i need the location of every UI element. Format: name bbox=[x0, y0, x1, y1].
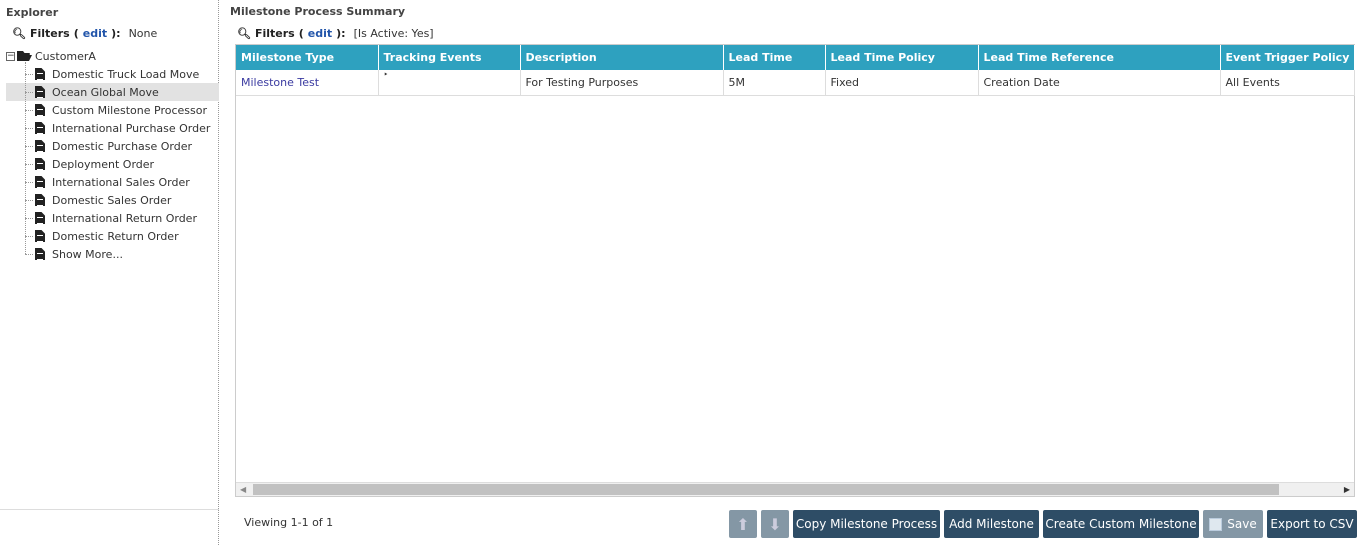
table-cell: ‣ bbox=[378, 70, 521, 96]
table-cell: 5M bbox=[723, 70, 826, 96]
column-header[interactable]: Event Trigger Policy bbox=[1220, 45, 1355, 70]
document-icon bbox=[35, 158, 45, 170]
document-icon bbox=[35, 194, 45, 206]
viewing-count: Viewing 1-1 of 1 bbox=[244, 516, 334, 529]
tree-item-label: Show More... bbox=[52, 247, 123, 261]
table-cell: Fixed bbox=[825, 70, 979, 96]
scroll-left-icon[interactable]: ◀ bbox=[240, 485, 246, 494]
tree-item[interactable]: International Return Order bbox=[6, 209, 219, 227]
scrollbar-thumb[interactable] bbox=[253, 484, 1279, 495]
tree-item[interactable]: Domestic Sales Order bbox=[6, 191, 219, 209]
save-label: Save bbox=[1227, 517, 1257, 531]
save-icon bbox=[1209, 517, 1223, 531]
save-button[interactable]: Save bbox=[1203, 510, 1263, 538]
tree-item-label: Domestic Sales Order bbox=[52, 193, 172, 207]
document-icon bbox=[35, 104, 45, 116]
column-header[interactable]: Milestone Type bbox=[236, 45, 379, 70]
tree-item-label: Deployment Order bbox=[52, 157, 155, 171]
filters-value: [Is Active: Yes] bbox=[353, 27, 434, 40]
document-icon bbox=[35, 122, 45, 134]
arrow-up-icon: ⬆ bbox=[736, 514, 750, 534]
document-icon bbox=[35, 86, 45, 98]
tree-item[interactable]: Deployment Order bbox=[6, 155, 219, 173]
tree-item[interactable]: Show More... bbox=[6, 245, 219, 263]
tree-item[interactable]: Domestic Purchase Order bbox=[6, 137, 219, 155]
tree-item-label: International Purchase Order bbox=[52, 121, 211, 135]
tree-item[interactable]: Custom Milestone Processor bbox=[6, 101, 219, 119]
folder-open-icon bbox=[17, 51, 32, 61]
milestone-grid: Milestone Type Tracking Events Description… bbox=[235, 44, 1355, 497]
document-icon bbox=[35, 248, 45, 260]
expand-icon[interactable]: ‣ bbox=[384, 70, 389, 79]
collapse-icon[interactable]: − bbox=[6, 51, 15, 61]
add-milestone-button[interactable]: Add Milestone bbox=[944, 510, 1039, 538]
table-row[interactable]: Milestone Test ‣ For Testing Purposes 5M Fix… bbox=[236, 70, 1355, 96]
explorer-title: Explorer bbox=[6, 6, 59, 19]
tree-item[interactable]: International Purchase Order bbox=[6, 119, 219, 137]
explorer-filters: 🔍︎ Filters(edit): None bbox=[12, 27, 158, 40]
arrow-down-icon: ⬇ bbox=[768, 514, 782, 534]
tree-item-label: Custom Milestone Processor bbox=[52, 103, 207, 117]
tree-item-label: Domestic Purchase Order bbox=[52, 139, 193, 153]
table-cell: For Testing Purposes bbox=[520, 70, 724, 96]
page-title: Milestone Process Summary bbox=[230, 5, 406, 18]
column-header[interactable]: Lead Time Policy bbox=[825, 45, 979, 70]
export-csv-button[interactable]: Export to CSV bbox=[1267, 510, 1357, 538]
move-down-button[interactable]: ⬇ bbox=[761, 510, 789, 538]
scroll-right-icon[interactable]: ▶ bbox=[1344, 485, 1350, 494]
tree-item-label: International Return Order bbox=[52, 211, 197, 225]
tree-item[interactable]: Domestic Truck Load Move bbox=[6, 65, 219, 83]
filters-value: None bbox=[128, 27, 158, 40]
tree-root[interactable]: − CustomerA bbox=[6, 47, 219, 65]
divider bbox=[0, 509, 219, 510]
document-icon bbox=[35, 212, 45, 224]
edit-filters-link[interactable]: edit bbox=[308, 27, 332, 40]
explorer-tree: − CustomerA Domestic Truck Load Move Ocea… bbox=[6, 47, 219, 263]
table-cell: Creation Date bbox=[978, 70, 1221, 96]
filters-label: Filters bbox=[29, 27, 70, 40]
tree-item-label: International Sales Order bbox=[52, 175, 190, 189]
table-cell: Milestone Test bbox=[236, 70, 379, 96]
tree-item-label: Domestic Truck Load Move bbox=[52, 67, 200, 81]
document-icon bbox=[35, 140, 45, 152]
column-header[interactable]: Lead Time bbox=[723, 45, 826, 70]
column-header[interactable]: Lead Time Reference bbox=[978, 45, 1221, 70]
create-custom-milestone-button[interactable]: Create Custom Milestone bbox=[1043, 510, 1199, 538]
document-icon bbox=[35, 68, 45, 80]
copy-milestone-process-button[interactable]: Copy Milestone Process bbox=[793, 510, 940, 538]
tree-item[interactable]: Domestic Return Order bbox=[6, 227, 219, 245]
column-header[interactable]: Description bbox=[520, 45, 724, 70]
move-up-button[interactable]: ⬆ bbox=[729, 510, 757, 538]
filters-label: Filters bbox=[254, 27, 295, 40]
document-icon bbox=[35, 230, 45, 242]
grid-filters: 🔍︎ Filters(edit): [Is Active: Yes] bbox=[237, 27, 434, 40]
search-icon: 🔍︎ bbox=[12, 27, 26, 40]
tree-item-label: Ocean Global Move bbox=[52, 85, 159, 99]
explorer-panel: Explorer 🔍︎ Filters(edit): None − Custom… bbox=[0, 0, 219, 545]
horizontal-scrollbar[interactable]: ◀ ▶ bbox=[236, 482, 1354, 496]
search-icon: 🔍︎ bbox=[237, 27, 251, 40]
tree-item[interactable]: Ocean Global Move bbox=[6, 83, 219, 101]
tree-item-label: Domestic Return Order bbox=[52, 229, 179, 243]
milestone-link[interactable]: Milestone Test bbox=[241, 76, 319, 89]
tree-root-label: CustomerA bbox=[35, 49, 96, 63]
tree-item[interactable]: International Sales Order bbox=[6, 173, 219, 191]
document-icon bbox=[35, 176, 45, 188]
column-header[interactable]: Tracking Events bbox=[378, 45, 521, 70]
edit-filters-link[interactable]: edit bbox=[83, 27, 107, 40]
table-cell: All Events bbox=[1220, 70, 1355, 96]
